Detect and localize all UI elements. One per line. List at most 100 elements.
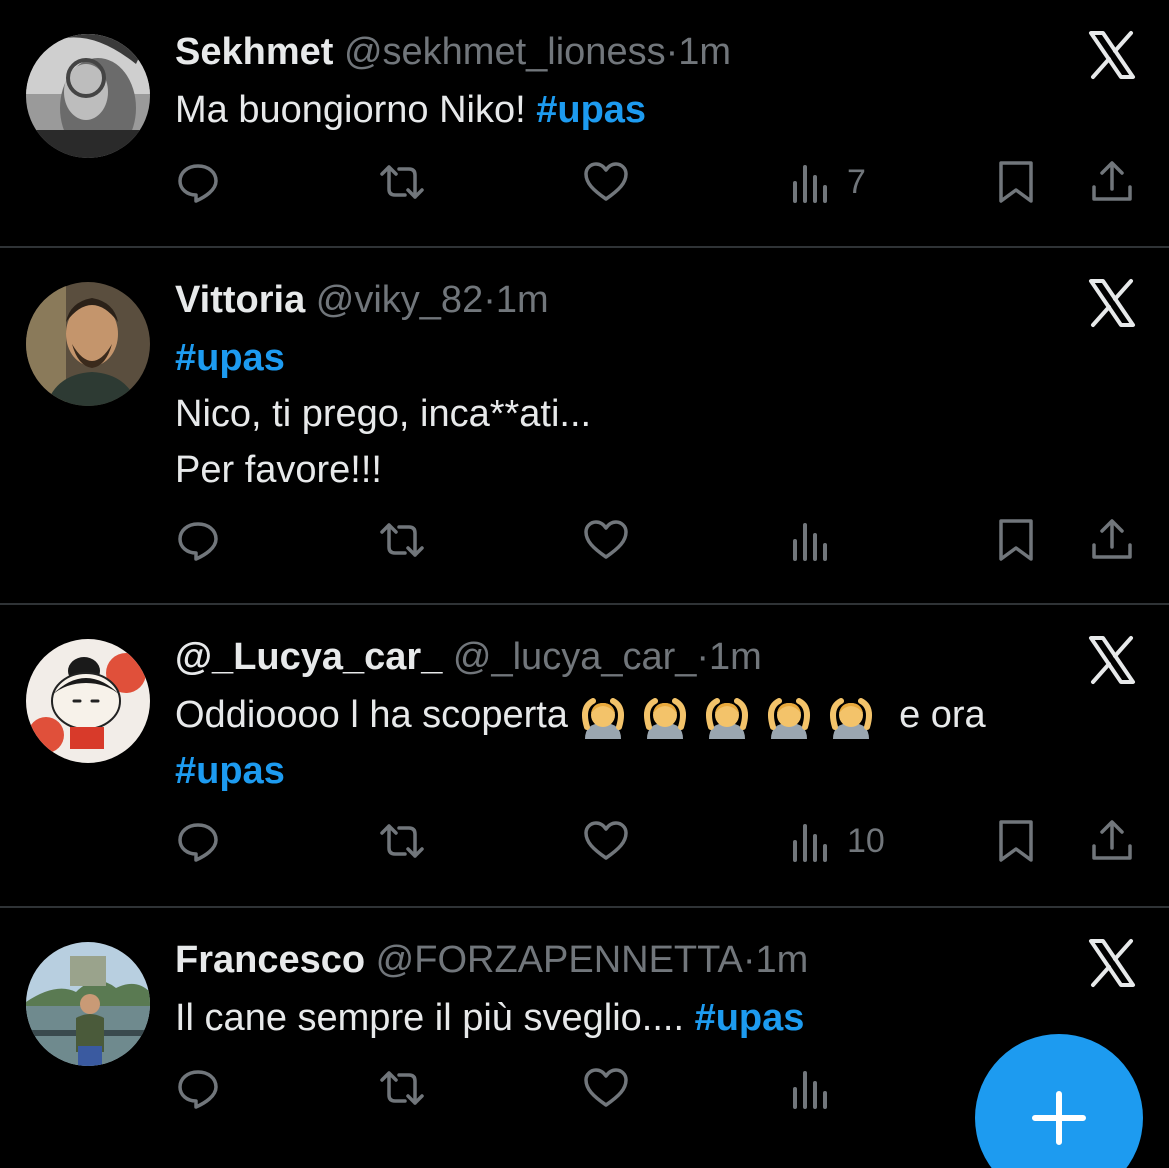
- display-name[interactable]: Francesco: [175, 939, 365, 981]
- person-gesturing-ok-emoji-icon: [829, 697, 872, 739]
- bookmark-icon: [999, 519, 1033, 561]
- views-icon: [793, 523, 827, 561]
- share-icon: [1092, 519, 1132, 559]
- user-handle[interactable]: @FORZAPENNETTA: [376, 939, 743, 981]
- retweet-icon: [380, 523, 424, 557]
- separator-dot: ·: [483, 279, 496, 321]
- views-button[interactable]: 10: [789, 811, 885, 871]
- retweet-button[interactable]: [379, 510, 425, 570]
- tweet-text: #upas: [175, 330, 1109, 386]
- tweet-actions: [175, 510, 1145, 570]
- user-handle[interactable]: @_lucya_car_: [453, 636, 696, 678]
- avatar[interactable]: [26, 942, 150, 1066]
- avatar[interactable]: [26, 282, 150, 406]
- tweet-text: Per favore!!!: [175, 449, 382, 491]
- views-button[interactable]: [789, 1058, 847, 1118]
- bookmark-button[interactable]: [993, 510, 1039, 570]
- tweet-text-segment: Il cane sempre il più sveglio....: [175, 997, 695, 1039]
- timeline-feed: Sekhmet @sekhmet_lioness·1m Ma buongiorn…: [0, 0, 1169, 1168]
- bookmark-icon: [999, 820, 1033, 862]
- retweet-icon: [380, 824, 424, 858]
- display-name[interactable]: Vittoria: [175, 279, 305, 321]
- hashtag-link[interactable]: #upas: [695, 997, 805, 1039]
- timestamp[interactable]: 1m: [678, 31, 731, 73]
- tweet-actions: 10: [175, 811, 1145, 871]
- reply-icon: [178, 164, 218, 203]
- tweet-header: Vittoria @viky_82·1m: [175, 276, 1109, 324]
- share-button[interactable]: [1089, 811, 1135, 871]
- display-name[interactable]: @_Lucya_car_: [175, 636, 442, 678]
- heart-icon: [584, 821, 628, 860]
- share-button[interactable]: [1089, 152, 1135, 212]
- views-icon: [793, 1071, 827, 1109]
- reply-button[interactable]: [175, 152, 221, 212]
- tweet-actions: 7: [175, 152, 1145, 212]
- emoji-group: [579, 694, 900, 739]
- like-button[interactable]: [583, 1058, 629, 1118]
- timestamp[interactable]: 1m: [496, 279, 549, 321]
- person-gesturing-ok-emoji-icon: [767, 697, 810, 739]
- retweet-button[interactable]: [379, 1058, 425, 1118]
- x-logo-icon: [1087, 635, 1137, 685]
- tweet-header: Francesco @FORZAPENNETTA·1m: [175, 936, 1109, 984]
- tweet-card[interactable]: Vittoria @viky_82·1m #upas Nico, ti preg…: [0, 248, 1169, 605]
- hashtag-link[interactable]: #upas: [536, 89, 646, 131]
- avatar[interactable]: [26, 34, 150, 158]
- like-button[interactable]: [583, 152, 629, 212]
- retweet-button[interactable]: [379, 811, 425, 871]
- hashtag-link[interactable]: #upas: [175, 337, 285, 379]
- bookmark-button[interactable]: [993, 811, 1039, 871]
- tweet-card[interactable]: @_Lucya_car_ @_lucya_car_·1m Oddioooo l …: [0, 605, 1169, 908]
- views-count: 7: [847, 162, 866, 201]
- separator-dot: ·: [696, 636, 710, 678]
- reply-button[interactable]: [175, 1058, 221, 1118]
- person-gesturing-ok-emoji-icon: [643, 697, 686, 739]
- tweet-card[interactable]: Sekhmet @sekhmet_lioness·1m Ma buongiorn…: [0, 0, 1169, 248]
- like-button[interactable]: [583, 510, 629, 570]
- tweet-text: #upas: [175, 743, 1109, 799]
- heart-icon: [584, 1068, 628, 1107]
- views-button[interactable]: 7: [789, 152, 866, 212]
- tweet-text: Oddioooo l ha scoperta e ora: [175, 687, 1109, 743]
- tweet-text: Nico, ti prego, inca**ati...: [175, 393, 592, 435]
- plus-icon: [1032, 1091, 1086, 1145]
- share-icon: [1092, 820, 1132, 860]
- person-gesturing-ok-emoji-icon: [581, 697, 624, 739]
- user-handle[interactable]: @viky_82: [316, 279, 483, 321]
- share-button[interactable]: [1089, 510, 1135, 570]
- tweet-text-segment: Ma buongiorno Niko!: [175, 89, 537, 131]
- heart-icon: [584, 520, 628, 559]
- hashtag-link[interactable]: #upas: [175, 750, 285, 792]
- avatar[interactable]: [26, 639, 150, 763]
- bookmark-icon: [999, 161, 1033, 203]
- retweet-icon: [380, 1071, 424, 1105]
- separator-dot: ·: [665, 31, 679, 73]
- user-handle[interactable]: @sekhmet_lioness: [344, 31, 666, 73]
- separator-dot: ·: [742, 939, 756, 981]
- reply-button[interactable]: [175, 811, 221, 871]
- retweet-icon: [380, 165, 424, 199]
- tweet-header: Sekhmet @sekhmet_lioness·1m: [175, 28, 1109, 76]
- tweet-text: Ma buongiorno Niko! #upas: [175, 82, 1109, 138]
- person-gesturing-ok-emoji-icon: [705, 697, 748, 739]
- display-name[interactable]: Sekhmet: [175, 31, 333, 73]
- share-icon: [1092, 161, 1132, 201]
- timestamp[interactable]: 1m: [709, 636, 762, 678]
- retweet-button[interactable]: [379, 152, 425, 212]
- heart-icon: [584, 162, 628, 201]
- timestamp[interactable]: 1m: [756, 939, 809, 981]
- tweet-header: @_Lucya_car_ @_lucya_car_·1m: [175, 633, 1109, 681]
- views-count: 10: [847, 821, 885, 860]
- x-logo-icon: [1087, 278, 1137, 328]
- reply-button[interactable]: [175, 510, 221, 570]
- tweet-text-segment: e ora: [899, 694, 986, 736]
- x-logo-icon: [1087, 938, 1137, 988]
- bookmark-button[interactable]: [993, 152, 1039, 212]
- reply-icon: [178, 522, 218, 561]
- tweet-text: Il cane sempre il più sveglio.... #upas: [175, 990, 1109, 1046]
- like-button[interactable]: [583, 811, 629, 871]
- reply-icon: [178, 823, 218, 862]
- views-icon: [793, 824, 827, 862]
- x-logo-icon: [1087, 30, 1137, 80]
- views-button[interactable]: [789, 510, 847, 570]
